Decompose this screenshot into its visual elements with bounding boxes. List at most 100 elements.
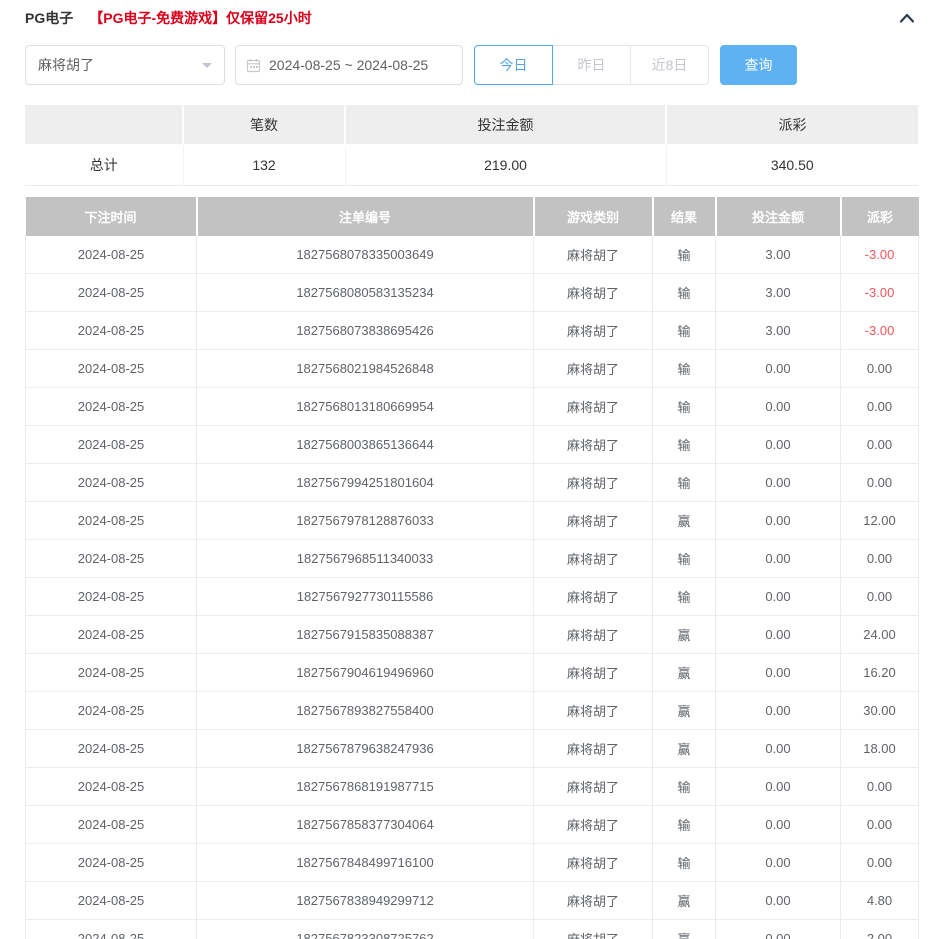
- cell-game-type: 麻将胡了: [534, 768, 653, 806]
- records-header-payout: 派彩: [841, 197, 919, 236]
- date-range-value: 2024-08-25 ~ 2024-08-25: [269, 57, 428, 73]
- cell-bet-id: 1827568080583135234: [197, 274, 534, 312]
- table-row: 2024-08-25 1827568013180669954 麻将胡了 输 0.…: [26, 388, 919, 426]
- cell-bet-time: 2024-08-25: [26, 844, 197, 882]
- cell-result: 输: [653, 844, 716, 882]
- cell-game-type: 麻将胡了: [534, 844, 653, 882]
- cell-bet-id: 1827567915835088387: [197, 616, 534, 654]
- cell-bet-id: 1827568003865136644: [197, 426, 534, 464]
- quick-range-today-button[interactable]: 今日: [474, 45, 553, 85]
- cell-result: 输: [653, 540, 716, 578]
- cell-game-type: 麻将胡了: [534, 730, 653, 768]
- cell-payout: 0.00: [841, 768, 919, 806]
- cell-bet-time: 2024-08-25: [26, 730, 197, 768]
- cell-game-type: 麻将胡了: [534, 616, 653, 654]
- cell-bet-time: 2024-08-25: [26, 540, 197, 578]
- game-select-value: 麻将胡了: [38, 55, 94, 75]
- cell-result: 输: [653, 274, 716, 312]
- records-table: 下注时间 注单编号 游戏类别 结果 投注金额 派彩 2024-08-25 182…: [25, 197, 919, 939]
- cell-bet-time: 2024-08-25: [26, 350, 197, 388]
- table-row: 2024-08-25 1827567893827558400 麻将胡了 赢 0.…: [26, 692, 919, 730]
- quick-range-yesterday-button[interactable]: 昨日: [552, 45, 631, 85]
- page-title: PG电子: [25, 8, 73, 28]
- cell-game-type: 麻将胡了: [534, 654, 653, 692]
- table-row: 2024-08-25 1827568003865136644 麻将胡了 输 0.…: [26, 426, 919, 464]
- cell-result: 输: [653, 806, 716, 844]
- summary-header-row: 笔数 投注金额 派彩: [25, 105, 918, 145]
- cell-bet-amount: 3.00: [716, 236, 841, 274]
- cell-payout: 0.00: [841, 350, 919, 388]
- cell-bet-time: 2024-08-25: [26, 502, 197, 540]
- cell-bet-amount: 0.00: [716, 654, 841, 692]
- cell-payout: 2.00: [841, 920, 919, 939]
- collapse-panel-button[interactable]: [896, 9, 918, 27]
- cell-bet-amount: 0.00: [716, 768, 841, 806]
- table-row: 2024-08-25 1827567823308725762 麻将胡了 赢 0.…: [26, 920, 919, 939]
- cell-game-type: 麻将胡了: [534, 464, 653, 502]
- table-row: 2024-08-25 1827567868191987715 麻将胡了 输 0.…: [26, 768, 919, 806]
- cell-result: 输: [653, 768, 716, 806]
- cell-game-type: 麻将胡了: [534, 502, 653, 540]
- date-range-input[interactable]: 2024-08-25 ~ 2024-08-25: [235, 45, 463, 85]
- cell-game-type: 麻将胡了: [534, 426, 653, 464]
- cell-bet-amount: 0.00: [716, 882, 841, 920]
- summary-table: 笔数 投注金额 派彩 总计 132 219.00 340.50: [25, 105, 918, 186]
- records-header-bet-id: 注单编号: [197, 197, 534, 236]
- cell-bet-id: 1827568078335003649: [197, 236, 534, 274]
- cell-result: 输: [653, 350, 716, 388]
- cell-payout: 16.20: [841, 654, 919, 692]
- cell-result: 输: [653, 312, 716, 350]
- cell-bet-time: 2024-08-25: [26, 578, 197, 616]
- cell-bet-time: 2024-08-25: [26, 236, 197, 274]
- filter-bar: 麻将胡了 2024-08-25 ~ 2024-08-25 今日 昨日 近8日 查…: [25, 45, 918, 85]
- cell-bet-id: 1827567927730115586: [197, 578, 534, 616]
- summary-header-payout: 派彩: [666, 105, 918, 145]
- cell-bet-id: 1827567893827558400: [197, 692, 534, 730]
- cell-payout: 0.00: [841, 806, 919, 844]
- cell-payout: 4.80: [841, 882, 919, 920]
- records-header-row: 下注时间 注单编号 游戏类别 结果 投注金额 派彩: [26, 197, 919, 236]
- cell-result: 赢: [653, 616, 716, 654]
- cell-bet-amount: 3.00: [716, 312, 841, 350]
- panel-header: PG电子 【PG电子-免费游戏】仅保留25小时: [25, 0, 918, 33]
- cell-bet-amount: 0.00: [716, 540, 841, 578]
- cell-bet-time: 2024-08-25: [26, 464, 197, 502]
- cell-bet-id: 1827567879638247936: [197, 730, 534, 768]
- summary-total-row: 总计 132 219.00 340.50: [25, 145, 918, 185]
- cell-bet-time: 2024-08-25: [26, 768, 197, 806]
- table-row: 2024-08-25 1827567858377304064 麻将胡了 输 0.…: [26, 806, 919, 844]
- summary-total-label: 总计: [25, 145, 183, 185]
- calendar-icon: [246, 58, 261, 73]
- cell-game-type: 麻将胡了: [534, 692, 653, 730]
- cell-bet-amount: 0.00: [716, 350, 841, 388]
- cell-result: 赢: [653, 882, 716, 920]
- cell-bet-amount: 0.00: [716, 464, 841, 502]
- cell-bet-time: 2024-08-25: [26, 616, 197, 654]
- cell-game-type: 麻将胡了: [534, 236, 653, 274]
- cell-payout: 12.00: [841, 502, 919, 540]
- quick-range-last8days-button[interactable]: 近8日: [630, 45, 709, 85]
- game-select[interactable]: 麻将胡了: [25, 45, 225, 85]
- cell-bet-time: 2024-08-25: [26, 654, 197, 692]
- cell-payout: -3.00: [841, 236, 919, 274]
- cell-payout: 0.00: [841, 578, 919, 616]
- cell-bet-amount: 0.00: [716, 502, 841, 540]
- cell-game-type: 麻将胡了: [534, 578, 653, 616]
- summary-header-bet-amount: 投注金额: [345, 105, 666, 145]
- cell-game-type: 麻将胡了: [534, 540, 653, 578]
- cell-bet-id: 1827567978128876033: [197, 502, 534, 540]
- cell-game-type: 麻将胡了: [534, 920, 653, 939]
- cell-game-type: 麻将胡了: [534, 388, 653, 426]
- cell-bet-amount: 0.00: [716, 616, 841, 654]
- cell-bet-time: 2024-08-25: [26, 692, 197, 730]
- table-row: 2024-08-25 1827567879638247936 麻将胡了 赢 0.…: [26, 730, 919, 768]
- table-row: 2024-08-25 1827568078335003649 麻将胡了 输 3.…: [26, 236, 919, 274]
- query-button[interactable]: 查询: [720, 45, 797, 85]
- cell-bet-time: 2024-08-25: [26, 806, 197, 844]
- cell-bet-id: 1827567838949299712: [197, 882, 534, 920]
- cell-bet-time: 2024-08-25: [26, 426, 197, 464]
- cell-game-type: 麻将胡了: [534, 882, 653, 920]
- cell-bet-time: 2024-08-25: [26, 312, 197, 350]
- table-row: 2024-08-25 1827567978128876033 麻将胡了 赢 0.…: [26, 502, 919, 540]
- cell-bet-id: 1827568021984526848: [197, 350, 534, 388]
